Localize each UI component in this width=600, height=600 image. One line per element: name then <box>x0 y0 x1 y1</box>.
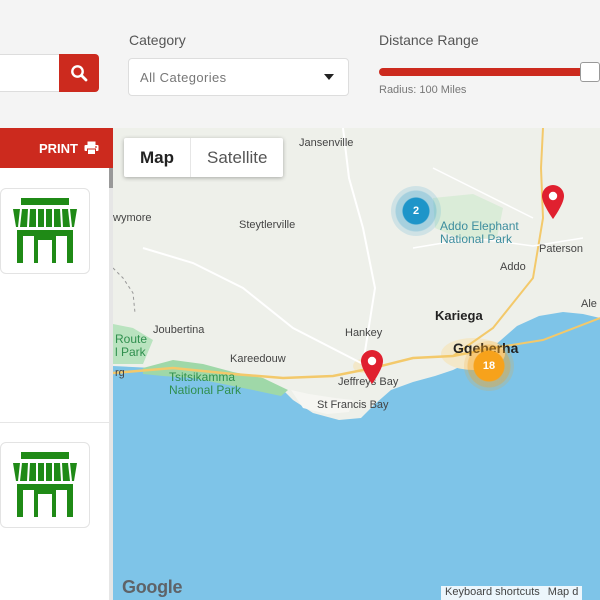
map-pin-icon[interactable] <box>360 349 384 385</box>
park-label-line: National Park <box>169 383 242 397</box>
place-label: Steytlerville <box>239 219 296 231</box>
keyboard-shortcuts-link[interactable]: Keyboard shortcuts <box>441 586 544 600</box>
search-icon <box>71 65 88 82</box>
park-label-line: l Park <box>115 345 146 359</box>
filter-bar: Category All Categories Distance Range R… <box>0 0 600 128</box>
print-label: PRINT <box>39 140 78 156</box>
place-label: Jansenville <box>299 137 354 149</box>
map-data-link[interactable]: Map d <box>544 586 583 600</box>
place-label: Hankey <box>345 327 383 339</box>
printer-icon <box>84 141 99 155</box>
place-label: Addo <box>500 261 526 273</box>
park-label: Route l Park <box>115 333 147 359</box>
search-input[interactable] <box>0 54 60 92</box>
marker-cluster[interactable]: 2 <box>391 186 441 236</box>
storefront-icon <box>13 198 77 263</box>
place-label: Kariega <box>435 308 483 323</box>
store-card[interactable] <box>0 442 90 528</box>
map-base <box>113 128 600 600</box>
marker-cluster[interactable]: 18 <box>464 341 514 391</box>
map-pin-icon[interactable] <box>541 184 565 220</box>
map-attribution: Keyboard shortcuts Map d <box>441 586 583 600</box>
distance-slider-track[interactable] <box>379 68 587 76</box>
map-type-map[interactable]: Map <box>124 138 191 177</box>
search-button[interactable] <box>59 54 99 92</box>
place-label: rg <box>115 367 125 379</box>
park-label-line: National Park <box>440 232 513 246</box>
place-label: Paterson <box>539 243 584 255</box>
distance-range-label: Distance Range <box>379 32 479 48</box>
place-label: Kareedouw <box>230 353 286 365</box>
store-card[interactable] <box>0 188 90 274</box>
radius-readout: Radius: 100 Miles <box>379 84 467 96</box>
place-label: Joubertina <box>153 324 205 336</box>
caret-down-icon <box>324 74 334 80</box>
place-label: St Francis Bay <box>317 399 389 411</box>
distance-slider-handle[interactable] <box>580 62 600 82</box>
place-label: wymore <box>113 212 152 224</box>
category-select[interactable]: All Categories <box>128 58 349 96</box>
print-button[interactable]: PRINT <box>0 128 113 168</box>
category-label: Category <box>129 32 186 48</box>
google-logo: Google <box>122 577 183 597</box>
map-type-satellite[interactable]: Satellite <box>191 138 283 177</box>
storefront-icon <box>13 452 77 517</box>
map-type-control: Map Satellite <box>124 138 284 177</box>
category-select-value: All Categories <box>140 69 227 85</box>
map-view[interactable]: Map Satellite Jansenville wymore Steytle… <box>113 128 600 600</box>
park-label: Tsitsikamma National Park <box>169 371 241 397</box>
list-divider <box>0 422 109 423</box>
park-label: Addo Elephant National Park <box>440 220 519 246</box>
place-label: Ale <box>581 298 597 310</box>
store-list-panel: PRINT <box>0 128 113 600</box>
